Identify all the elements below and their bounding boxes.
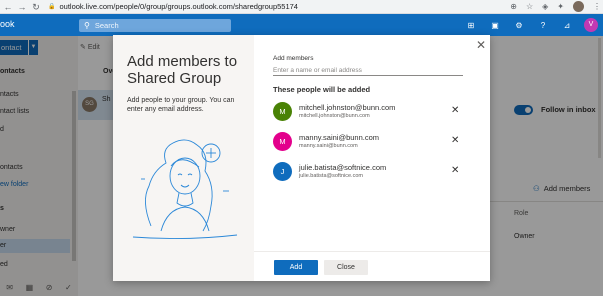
search-placeholder: Search <box>94 21 119 30</box>
address-bar[interactable]: 🔒 outlook.live.com/people/0/group/groups… <box>48 2 298 11</box>
remove-icon[interactable]: ✕ <box>451 135 459 146</box>
profile-avatar[interactable] <box>573 1 584 12</box>
add-members-dialog: Add members to Shared Group Add people t… <box>113 35 490 281</box>
app-header: ook ⚲ Search ⊞ ▣ ⚙ ? ⊿ V <box>0 14 603 36</box>
extension-icon[interactable]: ◈ <box>542 2 548 11</box>
puzzle-icon[interactable]: ✦ <box>557 2 564 11</box>
dialog-footer: Add Close <box>254 251 490 281</box>
add-members-label: Add members <box>273 55 314 62</box>
lock-icon: 🔒 <box>48 4 56 10</box>
person-email: julie.batista@softnice.com <box>299 173 363 179</box>
help-icon[interactable]: ? <box>531 21 555 30</box>
user-avatar[interactable]: V <box>584 18 598 32</box>
list-item: J julie.batista@softnice.com julie.batis… <box>273 161 473 183</box>
add-button[interactable]: Add <box>274 260 318 275</box>
close-icon[interactable]: ✕ <box>476 38 486 52</box>
dialog-form-panel: ✕ Add members These people will be added… <box>254 35 490 281</box>
remove-icon[interactable]: ✕ <box>451 105 459 116</box>
forward-icon[interactable]: → <box>16 1 28 13</box>
add-icon[interactable]: ⊕ <box>510 2 517 11</box>
people-header: These people will be added <box>273 85 371 94</box>
person-add-illustration <box>132 139 238 240</box>
menu-icon[interactable]: ⋮ <box>593 2 601 11</box>
browser-toolbar: ← → ↻ 🔒 outlook.live.com/people/0/group/… <box>0 0 603 14</box>
person-name: manny.saini@bunn.com <box>299 133 380 142</box>
search-box[interactable]: ⚲ Search <box>79 19 231 32</box>
reload-icon[interactable]: ↻ <box>30 1 42 13</box>
list-item: M mitchell.johnston@bunn.com mitchell.jo… <box>273 101 473 123</box>
star-icon[interactable]: ☆ <box>526 2 533 11</box>
list-item: M manny.saini@bunn.com manny.saini@bunn.… <box>273 131 473 153</box>
person-email: mitchell.johnston@bunn.com <box>299 113 370 119</box>
dialog-title: Add members to Shared Group <box>127 53 238 87</box>
person-name: mitchell.johnston@bunn.com <box>299 103 396 112</box>
gear-icon[interactable]: ⚙ <box>507 21 531 30</box>
search-icon: ⚲ <box>84 21 90 30</box>
back-icon[interactable]: ← <box>2 1 14 13</box>
avatar: M <box>273 132 292 151</box>
megaphone-icon[interactable]: ⊿ <box>555 21 579 30</box>
close-button[interactable]: Close <box>324 260 368 275</box>
avatar: J <box>273 162 292 181</box>
dialog-description: Add people to your group. You can enter … <box>127 97 235 113</box>
person-name: julie.batista@softnice.com <box>299 163 387 172</box>
skype-icon[interactable]: ⊞ <box>459 21 483 30</box>
person-email: manny.saini@bunn.com <box>299 143 358 149</box>
calendar-icon[interactable]: ▣ <box>483 21 507 30</box>
url-text: outlook.live.com/people/0/group/groups.o… <box>59 2 298 11</box>
avatar: M <box>273 102 292 121</box>
app-logo[interactable]: ook <box>0 19 15 29</box>
add-members-input[interactable] <box>273 65 463 76</box>
dialog-info-panel: Add members to Shared Group Add people t… <box>113 35 254 281</box>
remove-icon[interactable]: ✕ <box>451 165 459 176</box>
